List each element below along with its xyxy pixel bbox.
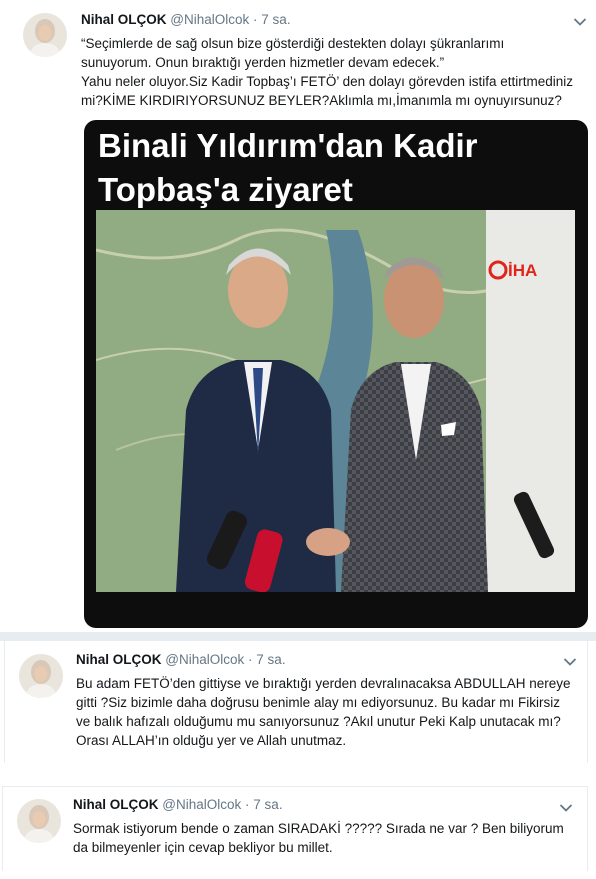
chevron-down-icon[interactable] (563, 657, 577, 667)
display-name[interactable]: Nihal OLÇOK (81, 12, 167, 27)
username[interactable]: @NihalOlcok (170, 12, 249, 27)
avatar[interactable] (19, 654, 63, 698)
separator: · (248, 652, 253, 667)
tweet-header: Nihal OLÇOK @NihalOlcok · 7 sa. (81, 12, 291, 27)
timestamp[interactable]: 7 sa. (256, 652, 285, 667)
tweet-header: Nihal OLÇOK @NihalOlcok · 7 sa. (76, 652, 286, 667)
tweet-3[interactable]: Nihal OLÇOK @NihalOlcok · 7 sa. Sormak i… (2, 786, 588, 871)
watermark-iha: İHA (508, 261, 537, 280)
tweet-divider (0, 763, 596, 783)
tweet-text: Bu adam FETÖ’den gittiyse ve bıraktığı y… (76, 676, 571, 748)
tweet-media[interactable]: Binali Yıldırım'dan Kadir Topbaş'a ziyar… (84, 120, 588, 628)
display-name[interactable]: Nihal OLÇOK (73, 797, 159, 812)
username[interactable]: @NihalOlcok (165, 652, 244, 667)
separator: · (245, 797, 250, 812)
tweet-1[interactable]: Nihal OLÇOK @NihalOlcok · 7 sa. “Seçimle… (0, 0, 596, 632)
display-name[interactable]: Nihal OLÇOK (76, 652, 162, 667)
tweet-2[interactable]: Nihal OLÇOK @NihalOlcok · 7 sa. Bu adam … (4, 641, 588, 763)
news-photo: İHA (96, 210, 575, 592)
avatar[interactable] (23, 13, 67, 57)
timestamp[interactable]: 7 sa. (261, 12, 290, 27)
username[interactable]: @NihalOlcok (162, 797, 241, 812)
tweet-text: Sormak istiyorum bende o zaman SIRADAKİ … (73, 821, 564, 855)
tweet-header: Nihal OLÇOK @NihalOlcok · 7 sa. (73, 797, 283, 812)
media-title: Binali Yıldırım'dan Kadir Topbaş'a ziyar… (98, 127, 478, 208)
chevron-down-icon[interactable] (573, 17, 587, 27)
tweet-text: “Seçimlerde de sağ olsun bize gösterdiği… (81, 36, 574, 108)
timestamp[interactable]: 7 sa. (253, 797, 282, 812)
tweet-divider (0, 632, 596, 641)
chevron-down-icon[interactable] (559, 803, 573, 813)
avatar[interactable] (17, 799, 61, 843)
separator: · (253, 12, 258, 27)
